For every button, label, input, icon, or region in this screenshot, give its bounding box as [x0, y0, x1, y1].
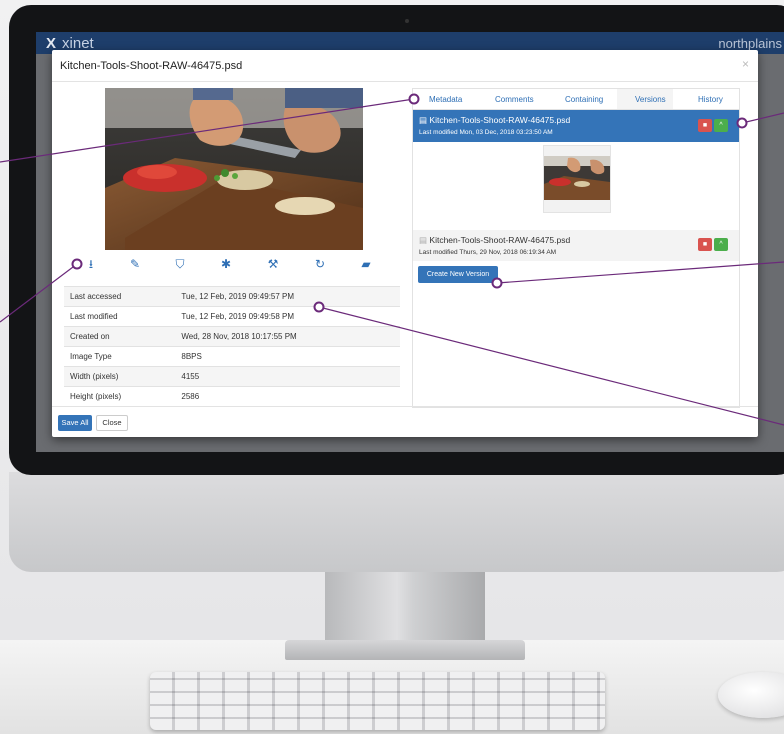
version-name: ▤ Kitchen-Tools-Shoot-RAW-46475.psd [419, 235, 570, 246]
metadata-value: Tue, 12 Feb, 2019 09:49:57 PM [175, 286, 400, 307]
modal-title: Kitchen-Tools-Shoot-RAW-46475.psd [60, 60, 243, 72]
table-row: Last modified Tue, 12 Feb, 2019 09:49:58 … [64, 306, 400, 327]
metadata-value: Wed, 28 Nov, 2018 10:17:55 PM [175, 326, 400, 347]
tabs-panel: Metadata Comments Containing Versions Hi… [412, 88, 740, 408]
metadata-label: Width (pixels) [64, 366, 176, 387]
preview-panel: ⭳ ✎ ⛉ ✱ ⚒ ↻ ▰ Last accessed Tue, 12 Feb, … [60, 88, 400, 406]
metadata-label: Last modified [64, 306, 176, 327]
metadata-label: Height (pixels) [64, 386, 176, 406]
version-modified: Last modified Thurs, 29 Nov, 2018 06:19:… [419, 249, 557, 256]
metadata-value: 2586 [175, 386, 400, 406]
trash-icon: ■ [702, 241, 708, 248]
version-name-text: Kitchen-Tools-Shoot-RAW-46475.psd [429, 115, 571, 125]
close-button[interactable]: Close [96, 415, 128, 431]
promote-version-button[interactable]: ^ [714, 238, 728, 251]
basket-icon[interactable]: ⛉ [172, 256, 188, 272]
chevron-up-icon: ^ [719, 122, 723, 129]
metadata-label: Created on [64, 326, 176, 347]
close-icon[interactable]: × [742, 57, 749, 71]
refresh-icon[interactable]: ↻ [312, 256, 328, 272]
monitor-camera [405, 19, 409, 23]
file-icon: ▤ [419, 115, 430, 125]
save-all-button[interactable]: Save All [58, 415, 92, 431]
promote-version-button[interactable]: ^ [714, 119, 728, 132]
monitor-chin [9, 472, 784, 572]
version-name-text: Kitchen-Tools-Shoot-RAW-46475.psd [429, 235, 571, 245]
divider [52, 81, 758, 82]
version-row-current[interactable]: ▤ Kitchen-Tools-Shoot-RAW-46475.psd Last… [413, 110, 739, 142]
tab-metadata[interactable]: Metadata [429, 95, 462, 104]
version-name: ▤ Kitchen-Tools-Shoot-RAW-46475.psd [419, 115, 570, 126]
settings-icon[interactable]: ✱ [218, 256, 234, 272]
wrench-icon[interactable]: ⚒ [265, 256, 281, 272]
monitor-stand-base [285, 640, 525, 660]
table-row: Last accessed Tue, 12 Feb, 2019 09:49:57 … [64, 286, 400, 307]
tab-history[interactable]: History [698, 95, 723, 104]
vendor-logo: northplains [718, 36, 782, 51]
file-icon: ▤ [419, 235, 430, 245]
create-new-version-button[interactable]: Create New Version [418, 266, 498, 283]
edit-icon[interactable]: ✎ [127, 256, 143, 272]
version-modified: Last modified Mon, 03 Dec, 2018 03:23:50… [419, 129, 553, 136]
metadata-value: 8BPS [175, 346, 400, 367]
action-toolbar: ⭳ ✎ ⛉ ✱ ⚒ ↻ ▰ [60, 256, 400, 276]
metadata-label: Last accessed [64, 286, 176, 307]
delete-version-button[interactable]: ■ [698, 119, 712, 132]
table-row: Width (pixels) 4155 [64, 366, 400, 387]
table-row: Image Type 8BPS [64, 346, 400, 367]
trash-icon: ■ [702, 122, 708, 129]
tab-versions[interactable]: Versions [635, 95, 666, 104]
download-icon[interactable]: ⭳ [83, 256, 99, 272]
tab-comments[interactable]: Comments [495, 95, 534, 104]
keyboard [150, 672, 605, 730]
metadata-value: 4155 [175, 366, 400, 387]
tab-bar: Metadata Comments Containing Versions Hi… [413, 89, 739, 110]
monitor-stand [325, 572, 485, 650]
table-row: Height (pixels) 2586 [64, 386, 400, 406]
modal-footer: Save All Close [52, 406, 758, 438]
version-thumbnail[interactable] [543, 145, 611, 213]
version-row[interactable]: ▤ Kitchen-Tools-Shoot-RAW-46475.psd Last… [413, 230, 739, 261]
metadata-table: Last accessed Tue, 12 Feb, 2019 09:49:57 … [64, 286, 400, 406]
delete-version-button[interactable]: ■ [698, 238, 712, 251]
file-detail-modal: Kitchen-Tools-Shoot-RAW-46475.psd × ⭳ ✎ … [52, 50, 758, 437]
version-thumbnail-image [544, 156, 610, 200]
folder-icon[interactable]: ▰ [358, 256, 374, 272]
table-row: Created on Wed, 28 Nov, 2018 10:17:55 PM [64, 326, 400, 347]
tab-containing[interactable]: Containing [565, 95, 603, 104]
preview-image[interactable] [105, 88, 363, 250]
metadata-value: Tue, 12 Feb, 2019 09:49:58 PM [175, 306, 400, 327]
metadata-label: Image Type [64, 346, 176, 367]
chevron-up-icon: ^ [719, 241, 723, 248]
